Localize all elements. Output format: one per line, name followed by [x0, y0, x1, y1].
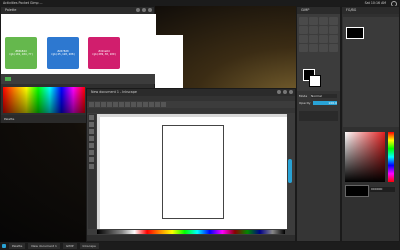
- brush-icon[interactable]: [299, 44, 308, 52]
- wand-icon[interactable]: [329, 17, 338, 25]
- star-tool-icon[interactable]: [89, 150, 94, 155]
- swatch-green[interactable]: #65b84d rgb(101,184,77): [5, 37, 37, 69]
- minimize-button[interactable]: [136, 8, 140, 12]
- new-icon[interactable]: [89, 102, 94, 107]
- crop-icon[interactable]: [309, 26, 318, 34]
- text-tool-icon[interactable]: [89, 164, 94, 169]
- minimize-button[interactable]: [277, 90, 281, 94]
- close-button[interactable]: [289, 90, 293, 94]
- gradient-icon[interactable]: [319, 35, 328, 43]
- layers-panel: [343, 17, 399, 127]
- menubar: [87, 96, 295, 101]
- hex-input[interactable]: 000000: [370, 187, 395, 192]
- palette-titlebar[interactable]: Palette: [1, 7, 154, 14]
- inkscape-window: New document 1 - Inkscape: [86, 88, 296, 242]
- inkscape-titlebar[interactable]: New document 1 - Inkscape: [87, 89, 295, 96]
- fg-color-preview[interactable]: [345, 185, 369, 197]
- status-bar: [87, 235, 295, 241]
- color-palette-strip[interactable]: [97, 230, 285, 234]
- swatch-pink[interactable]: #d11e6d rgb(209,30,109): [88, 37, 120, 69]
- rect-tool-icon[interactable]: [89, 136, 94, 141]
- move-icon[interactable]: [299, 26, 308, 34]
- copy-icon[interactable]: [137, 102, 142, 107]
- select-icon[interactable]: [89, 115, 94, 120]
- background-window: [155, 35, 183, 90]
- color-picker-square[interactable]: [345, 132, 385, 182]
- commands-toolbar: [89, 102, 166, 107]
- color-grid[interactable]: [3, 87, 85, 113]
- top-menu[interactable]: Activities Pocket Gimp ...: [0, 1, 43, 5]
- vertical-scrollbar[interactable]: [288, 159, 292, 183]
- node-icon[interactable]: [89, 122, 94, 127]
- import-icon[interactable]: [113, 102, 118, 107]
- export-icon[interactable]: [119, 102, 124, 107]
- ellipse-select-icon[interactable]: [309, 17, 318, 25]
- smudge-icon[interactable]: [329, 44, 338, 52]
- scale-icon[interactable]: [329, 26, 338, 34]
- task-gimp[interactable]: GIMP: [62, 243, 77, 249]
- swatch-blue[interactable]: #2d78d0 rgb(45,120,208): [47, 37, 79, 69]
- undo-icon[interactable]: [125, 102, 130, 107]
- toolbox-titlebar[interactable]: GIMP: [297, 7, 340, 14]
- close-button[interactable]: [148, 8, 152, 12]
- save-icon[interactable]: [101, 102, 106, 107]
- rect-select-icon[interactable]: [299, 17, 308, 25]
- lasso-icon[interactable]: [319, 17, 328, 25]
- mode-dropdown[interactable]: Normal: [311, 94, 337, 98]
- task-inkscape[interactable]: Inkscape: [79, 243, 99, 249]
- opacity-slider[interactable]: 100.0: [313, 101, 337, 105]
- bg-color-swatch[interactable]: [309, 75, 321, 87]
- document-page[interactable]: [162, 125, 224, 219]
- opacity-row: Opacity 100.0: [299, 101, 337, 105]
- open-icon[interactable]: [95, 102, 100, 107]
- task-inkscape-doc[interactable]: New document 1: [28, 243, 60, 249]
- circle-tool-icon[interactable]: [89, 143, 94, 148]
- taskbar: Palette New document 1 GIMP Inkscape: [0, 242, 400, 250]
- paste-icon[interactable]: [143, 102, 148, 107]
- start-icon[interactable]: [2, 244, 6, 248]
- pen-tool-icon[interactable]: [89, 157, 94, 162]
- canvas[interactable]: [100, 117, 287, 229]
- text-icon[interactable]: [299, 35, 308, 43]
- brush-preview[interactable]: [299, 111, 338, 121]
- print-icon[interactable]: [107, 102, 112, 107]
- layer-preview[interactable]: [346, 27, 364, 39]
- maximize-button[interactable]: [142, 8, 146, 12]
- zoom-fit-icon[interactable]: [155, 102, 160, 107]
- redo-icon[interactable]: [131, 102, 136, 107]
- tool-grid: [299, 17, 338, 52]
- zoom-tool-icon[interactable]: [89, 129, 94, 134]
- color-window: FG/BG 000000: [341, 6, 400, 242]
- palette-toolbar: [1, 74, 156, 84]
- tool-options: Mode Normal Opacity 100.0: [297, 91, 340, 241]
- rotate-icon[interactable]: [319, 26, 328, 34]
- palette-add-button[interactable]: [5, 77, 11, 81]
- toolbox-column: [88, 114, 96, 229]
- zoom-icon[interactable]: [149, 102, 154, 107]
- tool-controls-bar: [87, 108, 295, 113]
- task-palette[interactable]: Palette: [9, 243, 26, 249]
- color-titlebar[interactable]: FG/BG: [342, 7, 399, 14]
- eraser-icon[interactable]: [309, 44, 318, 52]
- maximize-button[interactable]: [283, 90, 287, 94]
- mode-row: Mode Normal: [299, 94, 339, 98]
- pencil-icon[interactable]: [329, 35, 338, 43]
- hue-slider[interactable]: [388, 132, 394, 182]
- bucket-icon[interactable]: [309, 35, 318, 43]
- clone-icon[interactable]: [319, 44, 328, 52]
- gimp-toolbox: GIMP Mode Normal Opacity 100.0: [296, 6, 341, 242]
- zoom-page-icon[interactable]: [161, 102, 166, 107]
